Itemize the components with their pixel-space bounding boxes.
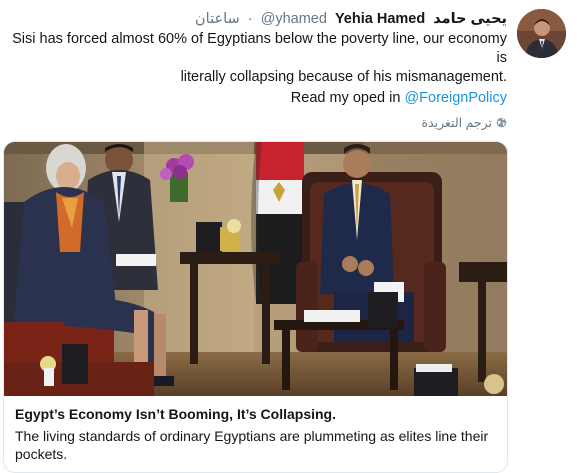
tweet-text-line: literally collapsing because of his mism…: [180, 69, 507, 85]
translate-label: ترجم التغريدة: [421, 116, 492, 130]
card-title[interactable]: Egypt’s Economy Isn’t Booming, It’s Coll…: [15, 405, 336, 423]
tweet-text-line: Sisi has forced almost 60% of Egyptians …: [12, 31, 507, 66]
mention-link[interactable]: @ForeignPolicy: [404, 90, 507, 106]
oped-prefix: Read my oped in: [290, 90, 405, 106]
tweet-header: يحيى حامد Yehia Hamed @yhamed · ساعتان: [195, 10, 507, 28]
author-name-ar[interactable]: يحيى حامد: [433, 11, 507, 27]
tweet-timestamp[interactable]: ساعتان: [195, 11, 240, 27]
link-card[interactable]: Egypt’s Economy Isn’t Booming, It’s Coll…: [3, 141, 508, 473]
globe-icon: [496, 117, 507, 128]
header-separator: ·: [247, 11, 253, 27]
card-image[interactable]: [4, 142, 507, 396]
author-name-en[interactable]: Yehia Hamed: [335, 11, 425, 27]
author-handle[interactable]: @yhamed: [261, 11, 327, 27]
translate-tweet-button[interactable]: ترجم التغريدة: [422, 115, 507, 130]
tweet-oped-line: Read my oped in @ForeignPolicy: [291, 89, 507, 108]
tweet-text: Sisi has forced almost 60% of Egyptians …: [7, 30, 507, 87]
tweet[interactable]: يحيى حامد Yehia Hamed @yhamed · ساعتان S…: [0, 0, 577, 473]
card-description: The living standards of ordinary Egyptia…: [15, 428, 489, 462]
avatar[interactable]: [517, 9, 566, 58]
